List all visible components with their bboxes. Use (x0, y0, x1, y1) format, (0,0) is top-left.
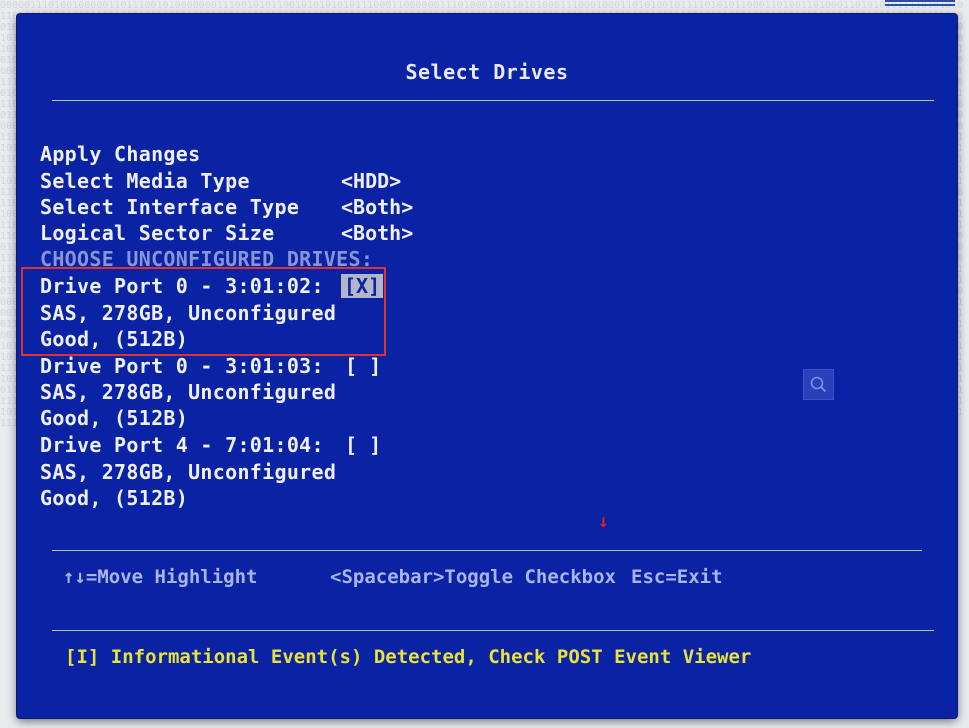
apply-changes-item[interactable]: Apply Changes (40, 142, 200, 166)
status-message: [I] Informational Event(s) Detected, Che… (65, 646, 752, 668)
drive-checkbox[interactable]: [ ] (345, 433, 381, 457)
drive-item-status: Good, (512B) (40, 486, 189, 510)
bios-screen: Select Drives Apply Changes Select Media… (17, 14, 957, 718)
status-divider (52, 630, 934, 631)
search-button[interactable] (803, 369, 834, 400)
page-title: Select Drives (405, 60, 569, 84)
interface-type-label: Select Interface Type (40, 195, 300, 219)
help-exit: Esc=Exit (631, 566, 723, 588)
brand-logo (885, 0, 955, 8)
help-move: ↑↓=Move Highlight (63, 566, 258, 588)
title-divider (52, 100, 934, 101)
help-toggle: <Spacebar>Toggle Checkbox (330, 566, 616, 588)
drive-item-info: SAS, 278GB, Unconfigured (40, 380, 337, 404)
media-type-label: Select Media Type (40, 169, 250, 193)
sector-size-select[interactable]: <Both> (341, 221, 413, 245)
down-arrow-icon: ↓ (598, 511, 609, 532)
help-divider (52, 550, 922, 551)
media-type-select[interactable]: <HDD> (341, 169, 401, 193)
drive-item-info: SAS, 278GB, Unconfigured (40, 460, 337, 484)
drive-checkbox[interactable]: [ ] (345, 354, 381, 378)
drive-item-status: Good, (512B) (40, 406, 189, 430)
drive-item-name: Drive Port 4 - 7:01:04: (40, 433, 324, 457)
search-icon (810, 376, 827, 393)
highlight-frame (21, 267, 386, 356)
drive-item-name: Drive Port 0 - 3:01:03: (40, 354, 324, 378)
sector-size-label: Logical Sector Size (40, 221, 275, 245)
interface-type-select[interactable]: <Both> (341, 195, 413, 219)
